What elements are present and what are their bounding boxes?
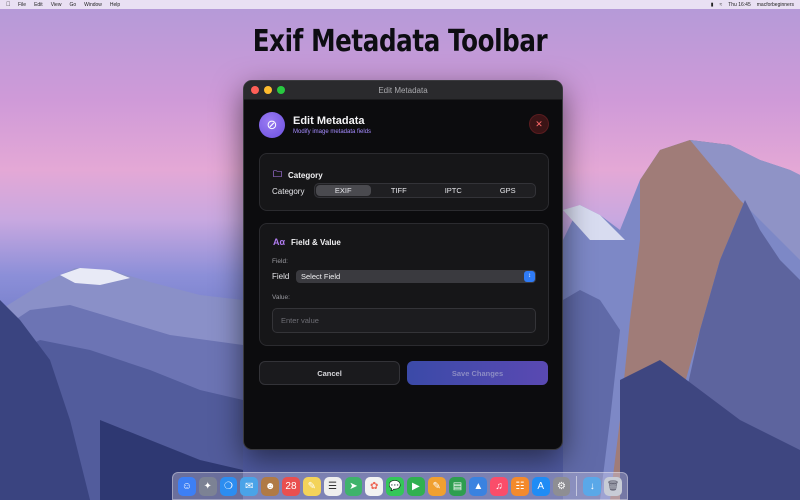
mail-icon[interactable]: ✉	[240, 476, 259, 496]
dock-separator	[576, 476, 578, 496]
field-label: Field	[272, 272, 290, 281]
field-value-card: Aα Field & Value Field: Field Select Fie…	[259, 223, 549, 346]
dialog-close-button[interactable]: ✕	[529, 114, 549, 134]
messages-icon[interactable]: 💬	[386, 476, 404, 496]
menu-window[interactable]: Window	[84, 2, 102, 8]
segment-tiff[interactable]: TIFF	[372, 184, 427, 197]
field-select[interactable]: Select Field ↕	[296, 270, 536, 283]
menu-edit[interactable]: Edit	[34, 2, 43, 8]
window-zoom-button[interactable]	[277, 86, 285, 94]
photos-icon[interactable]: ✿	[365, 476, 384, 496]
pages-icon[interactable]: ✎	[427, 476, 446, 496]
facetime-icon[interactable]: ▶	[406, 476, 425, 496]
app-store-icon[interactable]: A	[531, 476, 550, 496]
chevron-up-down-icon: ↕	[524, 271, 535, 282]
window-close-button[interactable]	[251, 86, 259, 94]
menu-bar:  File Edit View Go Window Help ▮ ≈ Thu …	[0, 0, 800, 9]
dock: ☺ ✦ ❍ ✉ ☻ 28 ✎ ☰ ➤ ✿ 💬 ▶ ✎ ▤ ▲ ♫ ☷ A ⚙ ↓…	[172, 472, 628, 500]
reminders-icon[interactable]: ☰	[323, 476, 342, 496]
dialog-subtitle: Modify image metadata fields	[293, 129, 372, 135]
text-format-icon: Aα	[273, 237, 286, 247]
trash-icon[interactable]: 🗑	[604, 476, 622, 496]
system-preferences-icon[interactable]: ⚙	[552, 476, 571, 496]
battery-icon[interactable]: ▮	[711, 2, 714, 8]
category-card: 🗀 Category Category EXIF TIFF IPTC GPS	[259, 153, 549, 211]
contacts-icon[interactable]: ☻	[261, 476, 280, 496]
safari-icon[interactable]: ❍	[219, 476, 238, 496]
value-input[interactable]	[272, 308, 536, 333]
window-titlebar[interactable]: Edit Metadata	[244, 81, 562, 100]
user-name[interactable]: macforbeginners	[757, 2, 794, 8]
segment-iptc[interactable]: IPTC	[426, 184, 481, 197]
category-card-title: 🗀 Category	[273, 167, 323, 183]
cancel-button[interactable]: Cancel	[259, 361, 400, 385]
folder-icon: 🗀	[273, 169, 283, 179]
category-label: Category	[272, 187, 305, 196]
dialog-title: Edit Metadata	[293, 115, 365, 127]
category-title-text: Category	[288, 170, 323, 180]
value-small-label: Value:	[272, 294, 290, 301]
clock[interactable]: Thu 16:45	[728, 2, 751, 8]
segment-gps[interactable]: GPS	[481, 184, 536, 197]
field-value-card-title: Aα Field & Value	[273, 237, 341, 247]
books-icon[interactable]: ☷	[511, 476, 529, 496]
save-changes-button[interactable]: Save Changes	[407, 361, 548, 385]
maps-icon[interactable]: ➤	[344, 476, 363, 496]
menu-extras: ▮ ≈ Thu 16:45 macforbeginners	[711, 2, 794, 8]
menu-go[interactable]: Go	[69, 2, 76, 8]
edit-metadata-icon: ⊘	[259, 112, 285, 138]
notes-icon[interactable]: ✎	[302, 476, 321, 496]
wifi-icon[interactable]: ≈	[719, 2, 722, 8]
apple-icon[interactable]: 	[6, 2, 12, 8]
dialog-header: ⊘ Edit Metadata Modify image metadata fi…	[259, 112, 549, 140]
edit-metadata-window: Edit Metadata ⊘ Edit Metadata Modify ima…	[243, 80, 563, 450]
menu-help[interactable]: Help	[110, 2, 120, 8]
menu-file[interactable]: File	[18, 2, 26, 8]
keynote-icon[interactable]: ▲	[469, 476, 488, 496]
traffic-lights	[251, 86, 285, 94]
category-segmented-control: EXIF TIFF IPTC GPS	[314, 183, 536, 198]
field-small-label: Field:	[272, 258, 288, 265]
segment-exif[interactable]: EXIF	[316, 185, 371, 196]
window-minimize-button[interactable]	[264, 86, 272, 94]
numbers-icon[interactable]: ▤	[448, 476, 467, 496]
window-title: Edit Metadata	[378, 85, 428, 95]
menu-view[interactable]: View	[51, 2, 62, 8]
finder-icon[interactable]: ☺	[178, 476, 196, 496]
calendar-icon[interactable]: 28	[282, 476, 300, 496]
music-icon[interactable]: ♫	[490, 476, 508, 496]
field-select-value: Select Field	[301, 272, 341, 281]
downloads-folder-icon[interactable]: ↓	[583, 476, 602, 496]
field-value-title-text: Field & Value	[291, 237, 341, 247]
launchpad-icon[interactable]: ✦	[198, 476, 217, 496]
page-title: Exif Metadata Toolbar	[252, 24, 548, 59]
